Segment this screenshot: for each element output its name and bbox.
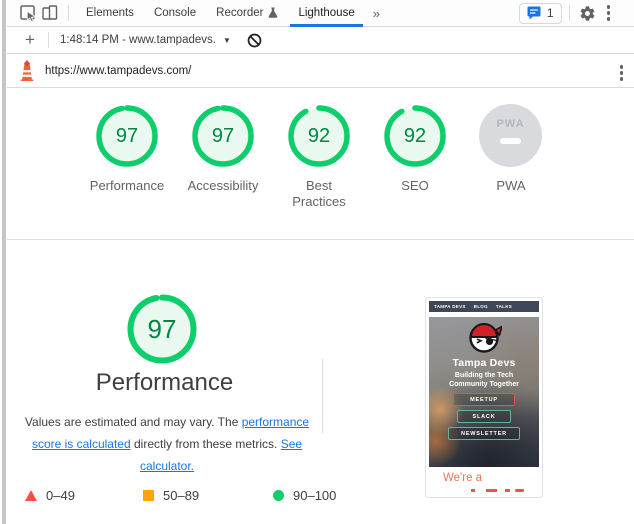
pass-circle-icon [273, 490, 284, 501]
messages-count: 1 [546, 6, 554, 20]
pwa-badge-letters: PWA [496, 118, 525, 130]
tab-elements[interactable]: Elements [76, 0, 144, 27]
average-square-icon [143, 490, 154, 501]
clear-reports-icon[interactable] [247, 33, 262, 48]
site-partial-text: We're a [443, 472, 483, 484]
gauge-score: 92 [403, 124, 427, 147]
section-divider [7, 239, 634, 240]
tab-recorder[interactable]: Recorder [206, 0, 288, 27]
site-nav-bar: TAMPA DEVS BLOG TALKS [429, 301, 539, 312]
legend-range: 90–100 [293, 488, 337, 503]
pwa-dash-icon [500, 138, 521, 144]
report-url: https://www.tampadevs.com/ [45, 64, 192, 77]
toolbar-separator [68, 5, 69, 21]
final-screenshot-thumbnail: TAMPA DEVS BLOG TALKS Tampa Devs Buildin… [425, 297, 543, 498]
devtools-tab-bar: Elements Console Recorder Lighthouse » 1 [7, 0, 634, 27]
site-tagline: Building the Tech Community Together [449, 372, 519, 388]
site-nav-item: TALKS [495, 304, 513, 309]
legend-fail: 0–49 [25, 488, 75, 503]
devtools-toolbar-right: 1 [518, 1, 619, 25]
report-selector-label: 1:48:14 PM - www.tampadevs. [60, 34, 216, 46]
experimental-flask-icon [268, 7, 278, 19]
legend-average: 50–89 [143, 488, 199, 503]
device-toolbar-icon[interactable] [39, 2, 61, 24]
vertical-divider [322, 359, 323, 433]
site-slack-button: SLACK [457, 410, 511, 423]
report-selector-dropdown[interactable]: 1:48:14 PM - www.tampadevs. ▼ [56, 34, 235, 46]
tab-console[interactable]: Console [144, 0, 206, 27]
tab-lighthouse[interactable]: Lighthouse [288, 0, 364, 27]
tab-console-label: Console [153, 7, 197, 19]
gauge-score: 97 [115, 124, 139, 147]
summary-gauge-performance[interactable]: 97 Performance [79, 103, 175, 210]
tab-elements-label: Elements [86, 7, 134, 19]
performance-description: Values are estimated and may vary. The p… [11, 411, 323, 477]
site-meetup-button: MEETUP [453, 393, 515, 406]
legend-range: 50–89 [163, 488, 200, 503]
summary-badge-pwa[interactable]: PWA PWA [463, 103, 559, 210]
settings-gear-icon[interactable] [577, 2, 599, 24]
summary-gauge-seo[interactable]: 92 SEO [367, 103, 463, 210]
summary-gauge-best-practices[interactable]: 92 Best Practices [271, 103, 367, 210]
fail-triangle-icon [25, 490, 37, 501]
tampa-devs-ninja-logo [469, 323, 502, 353]
score-summary-row: 97 Performance 97 Accessibility 92 Best … [79, 103, 559, 210]
gauge-label: PWA [496, 178, 526, 193]
gauge-label: Best Practices [292, 178, 346, 209]
site-newsletter-button: NEWSLETTER [448, 427, 520, 440]
site-hero: Tampa Devs Building the Tech Community T… [429, 317, 539, 467]
lighthouse-report-toolbar: + 1:48:14 PM - www.tampadevs. ▼ [7, 27, 634, 54]
description-text: Values are estimated and may vary. The [24, 415, 242, 429]
url-row-menu-icon[interactable] [612, 61, 632, 85]
gauge-label: Performance [89, 178, 165, 193]
toolbar-separator [48, 32, 49, 48]
performance-category-gauge[interactable]: 97 [124, 291, 200, 367]
dropdown-caret-icon: ▼ [222, 35, 231, 45]
gauge-label: Accessibility [187, 178, 259, 193]
inspect-element-icon[interactable] [17, 2, 39, 24]
window-edge-strip [0, 0, 7, 524]
tab-recorder-label: Recorder [216, 7, 264, 19]
pwa-badge-circle: PWA [479, 104, 542, 167]
gauge-label: SEO [401, 178, 429, 193]
toolbar-separator [568, 5, 570, 21]
gauge-score: 97 [211, 124, 235, 147]
lighthouse-logo-icon [20, 60, 34, 81]
site-screenshot: TAMPA DEVS BLOG TALKS Tampa Devs Buildin… [429, 301, 539, 467]
score-legend: 0–49 50–89 90–100 [7, 488, 357, 508]
site-nav-item: TAMPA DEVS [434, 304, 466, 309]
new-report-button[interactable]: + [19, 29, 41, 51]
devtools-menu-icon[interactable] [599, 1, 619, 25]
chat-bubble-icon [527, 6, 541, 20]
site-nav-item: BLOG [473, 304, 488, 309]
performance-section-title: Performance [95, 369, 234, 396]
legend-range: 0–49 [46, 488, 75, 503]
performance-score: 97 [147, 313, 177, 344]
summary-gauge-accessibility[interactable]: 97 Accessibility [175, 103, 271, 210]
tab-lighthouse-label: Lighthouse [298, 7, 355, 19]
report-url-bar: https://www.tampadevs.com/ [7, 54, 634, 88]
legend-pass: 90–100 [273, 488, 336, 503]
description-text: directly from these metrics. [130, 437, 281, 451]
console-messages-button[interactable]: 1 [518, 2, 562, 24]
site-title: Tampa Devs [452, 357, 516, 369]
devtools-window: Elements Console Recorder Lighthouse » 1… [0, 0, 634, 524]
gauge-score: 92 [307, 124, 331, 147]
more-tabs-button[interactable]: » [365, 6, 388, 21]
